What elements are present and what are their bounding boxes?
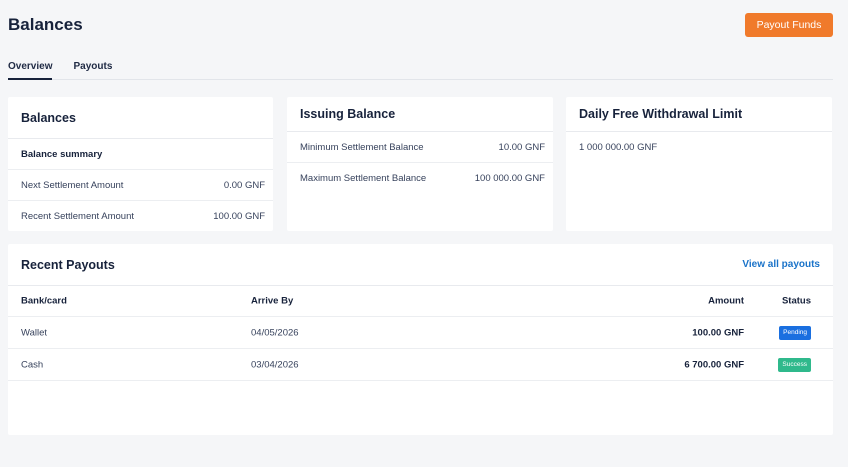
max-settlement-label: Maximum Settlement Balance xyxy=(300,173,427,184)
balances-card-title: Balances xyxy=(8,97,273,139)
page-title: Balances xyxy=(8,15,83,34)
payout-bank: Wallet xyxy=(21,327,48,338)
column-header-amount: Amount xyxy=(708,295,744,307)
payout-amount: 6 700.00 GNF xyxy=(684,359,744,370)
next-settlement-label: Next Settlement Amount xyxy=(21,179,124,191)
table-header: Bank/card Arrive By Amount Status xyxy=(8,286,833,317)
table-row[interactable]: Cash 03/04/2026 6 700.00 GNF Success xyxy=(8,349,833,381)
max-settlement-value: 100 000.00 GNF xyxy=(474,173,545,184)
payout-arrive-date: 04/05/2026 xyxy=(251,327,299,338)
table-row[interactable]: Wallet 04/05/2026 100.00 GNF Pending xyxy=(8,317,833,349)
column-header-arrive: Arrive By xyxy=(251,295,294,307)
min-settlement-label: Minimum Settlement Balance xyxy=(300,141,424,153)
column-header-bank: Bank/card xyxy=(21,295,67,307)
payout-amount: 100.00 GNF xyxy=(692,327,744,338)
recent-settlement-value: 100.00 GNF xyxy=(213,211,265,222)
min-settlement-row: Minimum Settlement Balance 10.00 GNF xyxy=(287,132,553,163)
recent-payouts-card: Recent Payouts View all payouts Bank/car… xyxy=(8,244,833,435)
payout-bank: Cash xyxy=(21,359,44,370)
withdrawal-limit-card: Daily Free Withdrawal Limit 1 000 000.00… xyxy=(566,97,832,231)
issuing-balance-title: Issuing Balance xyxy=(287,97,553,132)
issuing-balance-card: Issuing Balance Minimum Settlement Balan… xyxy=(287,97,553,231)
payout-arrive-date: 03/04/2026 xyxy=(251,359,299,370)
tab-bar: Overview Payouts xyxy=(8,55,833,80)
payout-status: Pending xyxy=(779,325,811,340)
max-settlement-row: Maximum Settlement Balance 100 000.00 GN… xyxy=(287,163,553,194)
tab-overview[interactable]: Overview xyxy=(8,55,53,80)
min-settlement-value: 10.00 GNF xyxy=(498,141,545,153)
recent-payouts-title: Recent Payouts xyxy=(21,257,115,272)
withdrawal-limit-row: 1 000 000.00 GNF xyxy=(566,132,832,163)
recent-settlement-label: Recent Settlement Amount xyxy=(21,211,135,222)
payout-status: Success xyxy=(778,357,811,372)
withdrawal-limit-title: Daily Free Withdrawal Limit xyxy=(566,97,832,132)
recent-payouts-header: Recent Payouts View all payouts xyxy=(8,244,833,286)
next-settlement-row: Next Settlement Amount 0.00 GNF xyxy=(8,170,273,201)
view-all-payouts-link[interactable]: View all payouts xyxy=(742,259,820,270)
balance-summary-row: Balance summary xyxy=(8,139,273,170)
tab-payouts[interactable]: Payouts xyxy=(73,55,112,80)
balance-summary-label: Balance summary xyxy=(21,148,103,160)
recent-settlement-row: Recent Settlement Amount 100.00 GNF xyxy=(8,201,273,232)
column-header-status: Status xyxy=(781,295,811,307)
balances-card: Balances Balance summary Next Settlement… xyxy=(8,97,273,231)
next-settlement-value: 0.00 GNF xyxy=(223,179,265,191)
status-badge: Success xyxy=(778,357,811,372)
withdrawal-limit-value: 1 000 000.00 GNF xyxy=(579,142,658,153)
payout-funds-button[interactable]: Payout Funds xyxy=(745,13,833,37)
status-badge: Pending xyxy=(779,325,811,340)
